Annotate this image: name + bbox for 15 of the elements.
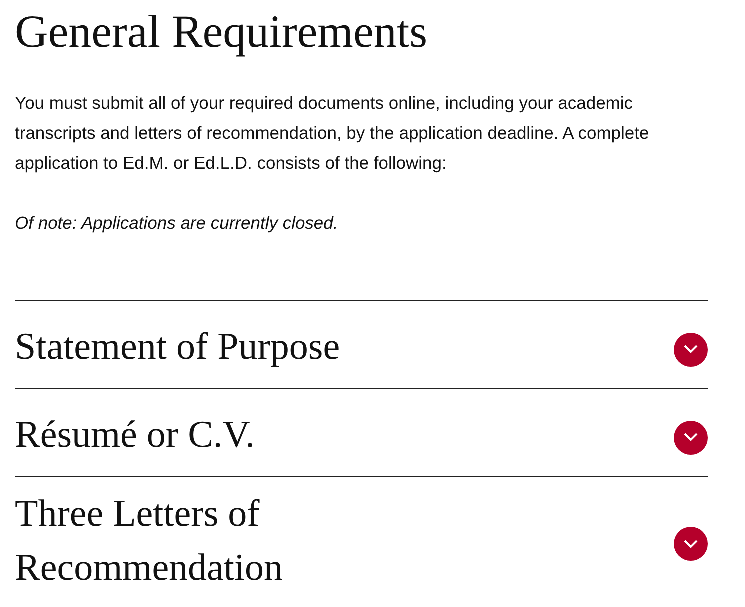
expand-toggle[interactable] — [674, 527, 708, 561]
accordion-title: Three Letters of Recommendation — [15, 492, 284, 591]
intro-paragraph: You must submit all of your required documents online, including your academic transcripts and letters of recommendation, by the application deadline. A complete application to Ed.M. or Ed.L.D. consists of the following: — [15, 92, 650, 175]
accordion-item[interactable]: Statement of Purpose — [15, 300, 708, 388]
accordion-item[interactable]: Résumé or C.V. — [15, 388, 708, 476]
expand-toggle[interactable] — [674, 420, 708, 454]
chevron-icon — [684, 540, 698, 548]
chevron-icon — [684, 433, 698, 442]
expand-toggle[interactable] — [674, 332, 708, 366]
accordion-title: Statement of Purpose — [15, 324, 340, 370]
note-text: Of note: Applications are currently closed. — [15, 212, 340, 235]
accordion-item[interactable]: Three Letters of Recommendation — [15, 476, 708, 601]
chevron-icon — [684, 345, 698, 354]
accordion-title: Résumé or C.V. — [15, 412, 255, 458]
page-heading: General Requirements — [15, 5, 429, 59]
